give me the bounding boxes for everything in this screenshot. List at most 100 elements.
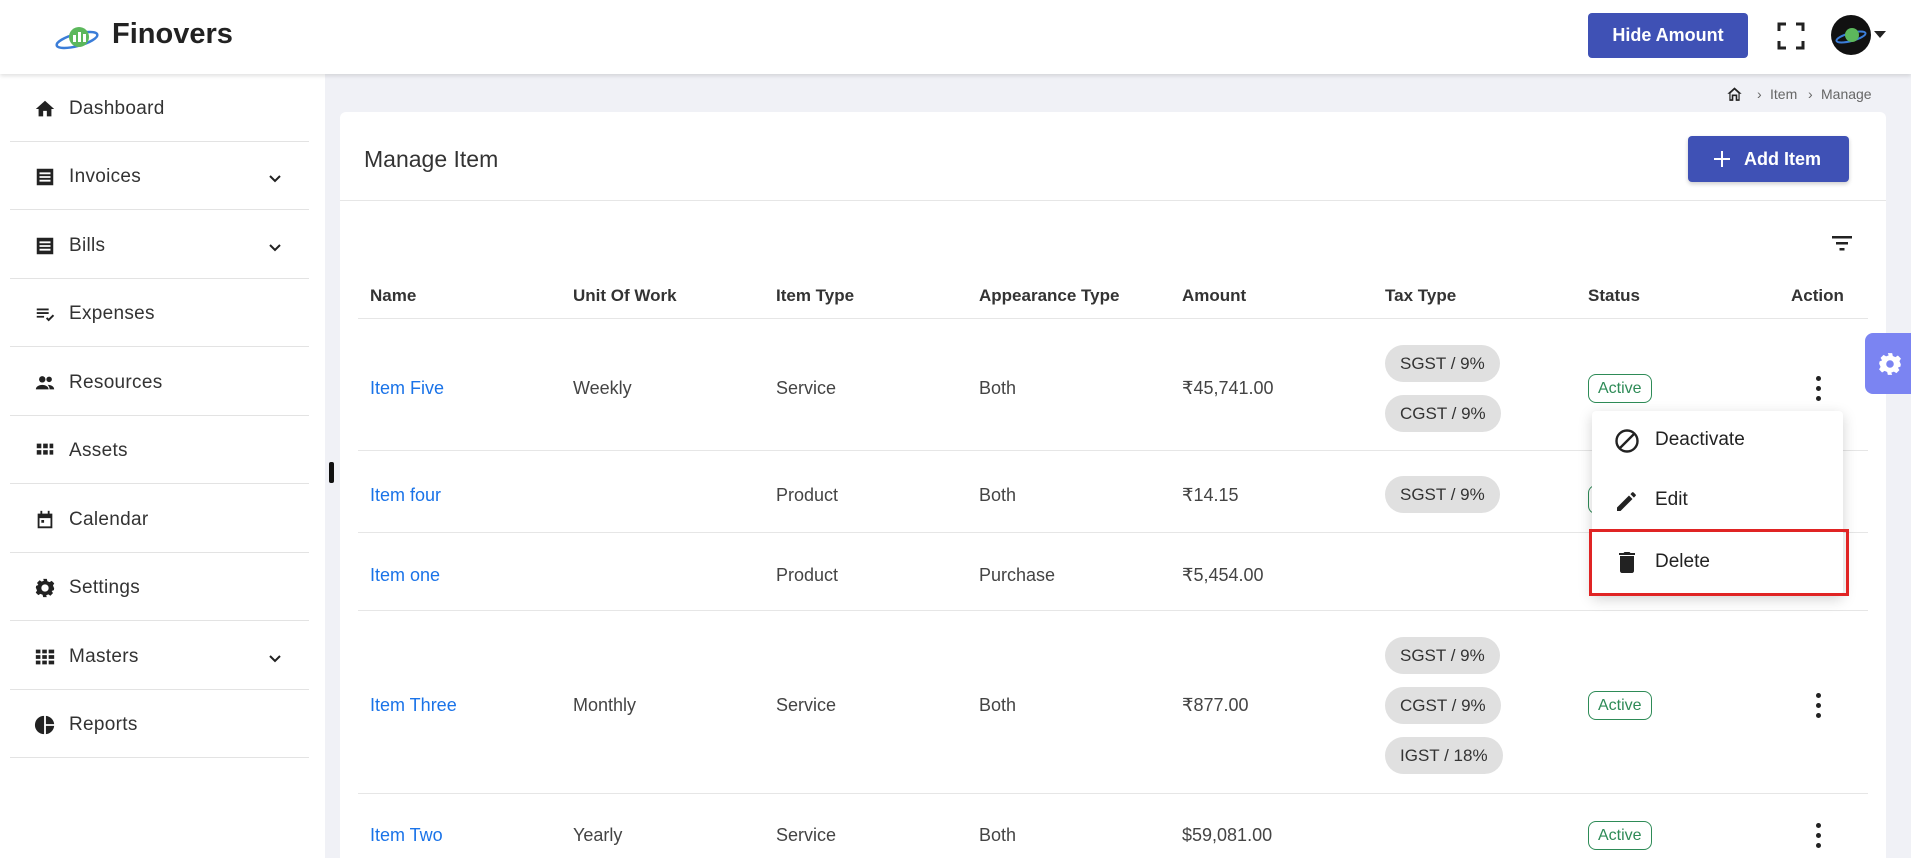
sidebar-item-bills[interactable]: Bills bbox=[10, 211, 309, 279]
amount-cell: ₹14.15 bbox=[1182, 485, 1239, 505]
amount-cell: ₹5,454.00 bbox=[1182, 565, 1264, 585]
amount-cell: $59,081.00 bbox=[1182, 825, 1273, 845]
item-name-link[interactable]: Item Three bbox=[370, 695, 457, 716]
item-name-link[interactable]: Item Two bbox=[370, 825, 443, 846]
column-header-tax-type[interactable]: Tax Type bbox=[1385, 286, 1456, 306]
unit-of-work-cell: Monthly bbox=[573, 695, 637, 715]
column-header-appearance-type[interactable]: Appearance Type bbox=[979, 286, 1119, 306]
breadcrumb-item[interactable]: Item bbox=[1770, 86, 1797, 102]
sidebar-item-label: Invoices bbox=[69, 166, 142, 187]
sidebar-item-label: Settings bbox=[69, 577, 141, 598]
more-vert-icon[interactable] bbox=[1813, 823, 1823, 849]
more-vert-icon[interactable] bbox=[1813, 376, 1823, 402]
chevron-down-icon bbox=[269, 655, 281, 663]
brand-name: Finovers bbox=[112, 18, 233, 50]
unit-of-work-cell: Yearly bbox=[573, 825, 623, 845]
add-item-label: Add Item bbox=[1744, 149, 1822, 169]
item-type-cell: Service bbox=[776, 825, 837, 845]
people-icon bbox=[35, 376, 55, 390]
menu-item-label: Delete bbox=[1655, 551, 1710, 572]
status-badge: Active bbox=[1588, 374, 1652, 403]
page-title: Manage Item bbox=[364, 146, 499, 172]
appearance-type-cell: Both bbox=[979, 378, 1017, 398]
invoice-icon bbox=[36, 168, 54, 186]
block-icon bbox=[1615, 429, 1639, 453]
sidebar-item-assets[interactable]: Assets bbox=[10, 416, 309, 484]
appearance-type-cell: Both bbox=[979, 695, 1017, 715]
menu-item-edit[interactable]: Edit bbox=[1592, 472, 1843, 528]
row-divider bbox=[358, 793, 1868, 794]
sidebar-item-dashboard[interactable]: Dashboard bbox=[10, 74, 309, 142]
menu-item-label: Deactivate bbox=[1655, 429, 1745, 450]
tax-chip: SGST / 9% bbox=[1385, 345, 1500, 382]
sidebar-item-expenses[interactable]: Expenses bbox=[10, 279, 309, 347]
appearance-type-cell: Both bbox=[979, 825, 1017, 845]
row-divider bbox=[358, 318, 1868, 319]
calendar-icon bbox=[37, 510, 53, 529]
home-icon bbox=[35, 100, 55, 117]
amount-cell: ₹45,741.00 bbox=[1182, 378, 1274, 398]
plus-icon bbox=[1714, 151, 1730, 167]
top-bar: Finovers Hide Amount bbox=[0, 0, 1911, 74]
unit-of-work-cell: Weekly bbox=[573, 378, 632, 398]
chevron-down-icon bbox=[269, 244, 281, 252]
amount-cell: ₹877.00 bbox=[1182, 695, 1249, 715]
breadcrumb-item: Manage bbox=[1821, 86, 1872, 102]
tax-chip: SGST / 9% bbox=[1385, 637, 1500, 674]
item-name-link[interactable]: Item four bbox=[370, 485, 441, 506]
add-item-button[interactable]: Add Item bbox=[1688, 136, 1849, 182]
sidebar-item-label: Reports bbox=[69, 714, 138, 735]
tax-chip: IGST / 18% bbox=[1385, 737, 1503, 774]
sidebar-item-label: Masters bbox=[69, 646, 139, 667]
filter-icon[interactable] bbox=[1829, 230, 1855, 256]
sidebar-item-settings[interactable]: Settings bbox=[10, 553, 309, 621]
theme-settings-button[interactable] bbox=[1865, 333, 1911, 394]
avatar[interactable] bbox=[1831, 15, 1871, 55]
fullscreen-icon[interactable] bbox=[1776, 21, 1806, 51]
sidebar-item-reports[interactable]: Reports bbox=[10, 690, 309, 758]
status-badge: Active bbox=[1588, 821, 1652, 850]
more-vert-icon[interactable] bbox=[1813, 693, 1823, 719]
action-menu: Deactivate Edit Delete bbox=[1589, 411, 1849, 596]
sidebar-item-label: Assets bbox=[69, 440, 128, 461]
sidebar-item-invoices[interactable]: Invoices bbox=[10, 142, 309, 210]
tax-chip: SGST / 9% bbox=[1385, 476, 1500, 513]
appearance-type-cell: Both bbox=[979, 485, 1017, 505]
sidebar-item-masters[interactable]: Masters bbox=[10, 622, 309, 690]
divider bbox=[340, 200, 1886, 201]
column-header-name[interactable]: Name bbox=[370, 286, 416, 306]
hide-amount-button[interactable]: Hide Amount bbox=[1588, 13, 1748, 58]
menu-item-deactivate[interactable]: Deactivate bbox=[1592, 412, 1843, 468]
trash-icon bbox=[1619, 552, 1635, 573]
avatar-dropdown-caret-icon[interactable] bbox=[1874, 31, 1886, 38]
finovers-logo-icon bbox=[55, 27, 99, 50]
gear-icon bbox=[35, 578, 55, 598]
pie-chart-icon bbox=[34, 715, 55, 735]
sidebar: Dashboard Invoices Bills Expenses Resour… bbox=[0, 74, 325, 858]
gear-icon bbox=[1879, 353, 1901, 375]
item-name-link[interactable]: Item one bbox=[370, 565, 440, 586]
item-type-cell: Product bbox=[776, 565, 839, 585]
chevron-down-icon bbox=[269, 175, 281, 183]
apps-icon bbox=[35, 649, 55, 665]
column-header-unit-of-work[interactable]: Unit Of Work bbox=[573, 286, 677, 306]
column-header-item-type[interactable]: Item Type bbox=[776, 286, 854, 306]
sidebar-item-label: Calendar bbox=[69, 509, 149, 530]
menu-item-label: Edit bbox=[1655, 489, 1688, 510]
home-icon[interactable] bbox=[1725, 85, 1744, 104]
menu-item-delete[interactable]: Delete bbox=[1589, 529, 1849, 596]
sidebar-item-calendar[interactable]: Calendar bbox=[10, 485, 309, 553]
bill-icon bbox=[36, 237, 54, 255]
item-type-cell: Service bbox=[776, 695, 837, 715]
item-name-link[interactable]: Item Five bbox=[370, 378, 444, 399]
sidebar-collapse-handle[interactable] bbox=[329, 462, 334, 483]
sidebar-item-resources[interactable]: Resources bbox=[10, 348, 309, 416]
sidebar-item-label: Dashboard bbox=[69, 98, 165, 119]
column-header-amount[interactable]: Amount bbox=[1182, 286, 1246, 306]
sidebar-item-label: Resources bbox=[69, 372, 163, 393]
breadcrumb-separator-icon: › bbox=[1808, 86, 1813, 102]
sidebar-item-label: Bills bbox=[69, 235, 106, 256]
column-header-status[interactable]: Status bbox=[1588, 286, 1640, 306]
appearance-type-cell: Purchase bbox=[979, 565, 1056, 585]
expenses-icon bbox=[36, 308, 55, 322]
